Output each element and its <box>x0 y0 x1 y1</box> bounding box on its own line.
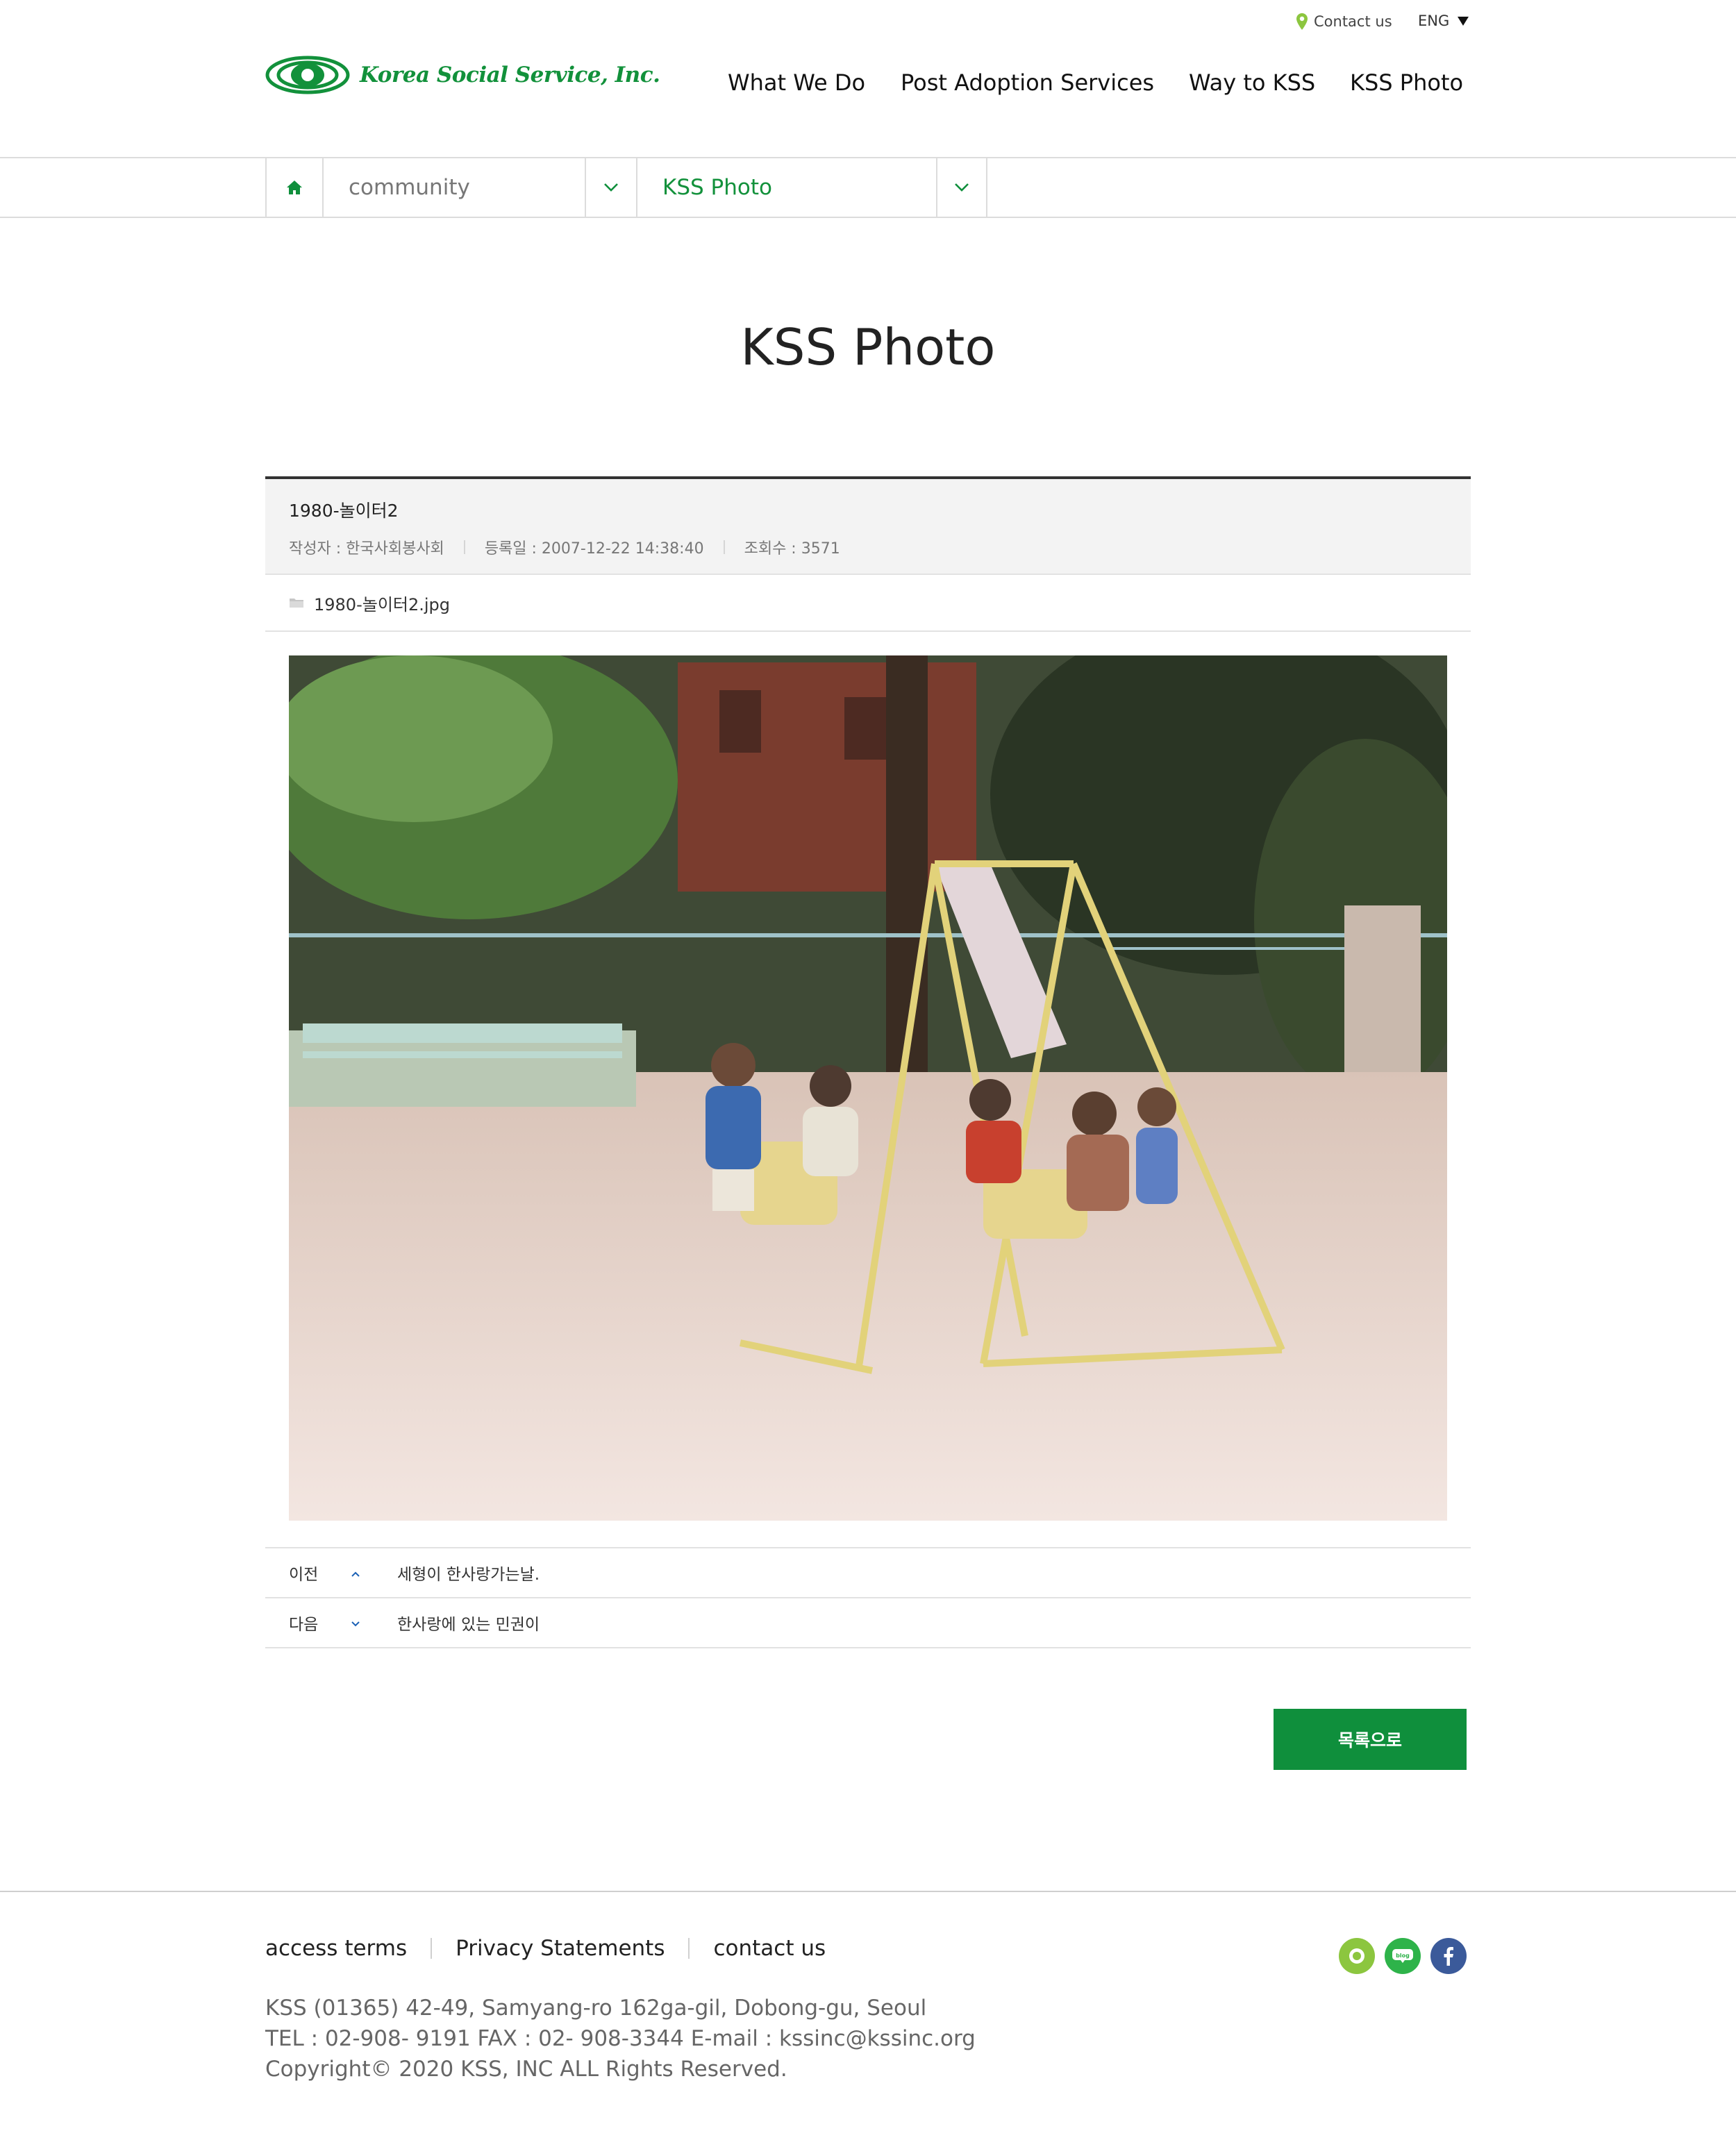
svg-text:blog: blog <box>1396 1953 1410 1959</box>
location-bar: community KSS Photo <box>0 158 1736 218</box>
prev-post-label: 이전 <box>289 1566 319 1584</box>
home-icon <box>287 181 302 194</box>
post-meta: 작성자 : 한국사회봉사회 등록일 : 2007-12-22 14:38:40 … <box>289 536 1447 558</box>
footer-privacy-link[interactable]: Privacy Statements <box>456 1936 665 1961</box>
footer-access-terms-link[interactable]: access terms <box>265 1936 407 1961</box>
nav-way-to-kss[interactable]: Way to KSS <box>1189 69 1315 96</box>
prev-post-title: 세형이 한사랑가는날. <box>397 1566 540 1584</box>
language-label: ENG <box>1418 12 1450 29</box>
footer-divider <box>0 1891 1736 1892</box>
attachment-filename: 1980-놀이터2.jpg <box>314 594 451 615</box>
footer-contact-link[interactable]: contact us <box>713 1936 826 1961</box>
breadcrumb-level1-label: community <box>349 175 470 200</box>
breadcrumb-level2: KSS Photo <box>636 158 936 217</box>
breadcrumb-end-divider <box>986 158 987 217</box>
post-date: 등록일 : 2007-12-22 14:38:40 <box>484 540 704 558</box>
post-views: 조회수 : 3571 <box>744 540 840 558</box>
page-title: KSS Photo <box>740 318 996 376</box>
footer-address-block: KSS (01365) 42-49, Samyang-ro 162ga-gil,… <box>265 1993 976 2084</box>
next-post-label: 다음 <box>289 1616 319 1634</box>
attachment-link[interactable]: 1980-놀이터2.jpg <box>265 575 1471 632</box>
footer-link-divider <box>431 1938 433 1959</box>
footer-links: access terms Privacy Statements contact … <box>265 1936 826 1961</box>
sns-links: blog <box>1339 1938 1467 1974</box>
nav-kss-photo[interactable]: KSS Photo <box>1350 69 1463 96</box>
language-select[interactable]: ENG <box>1418 12 1469 29</box>
post-view: 1980-놀이터2 작성자 : 한국사회봉사회 등록일 : 2007-12-22… <box>265 476 1471 1648</box>
main-nav: What We Do Post Adoption Services Way to… <box>0 69 1736 100</box>
caret-down-icon <box>1458 16 1469 26</box>
footer-copyright: Copyright© 2020 KSS, INC ALL Rights Rese… <box>265 2057 787 2082</box>
post-author: 작성자 : 한국사회봉사회 <box>289 540 444 558</box>
chevron-down-icon <box>955 183 969 192</box>
post-content <box>265 632 1471 1548</box>
breadcrumb-level2-label: KSS Photo <box>662 175 772 200</box>
chevron-down-icon <box>329 1616 397 1630</box>
meta-divider <box>723 540 725 554</box>
home-button[interactable] <box>265 158 322 217</box>
blog-icon[interactable]: blog <box>1385 1938 1421 1974</box>
breadcrumb-level1: community <box>322 158 585 217</box>
nav-what-we-do[interactable]: What We Do <box>728 69 865 96</box>
breadcrumb-level1-dropdown[interactable] <box>585 158 636 217</box>
footer-link-divider <box>688 1938 690 1959</box>
next-post-title: 한사랑에 있는 민권이 <box>397 1616 540 1634</box>
post-header: 1980-놀이터2 작성자 : 한국사회봉사회 등록일 : 2007-12-22… <box>265 476 1471 575</box>
footer-address: KSS (01365) 42-49, Samyang-ro 162ga-gil,… <box>265 1996 927 2021</box>
contact-us-link[interactable]: Contact us <box>1296 12 1392 31</box>
post-photo <box>289 655 1447 1521</box>
prev-post-link[interactable]: 이전 세형이 한사랑가는날. <box>265 1548 1471 1598</box>
chevron-up-icon <box>329 1566 397 1580</box>
nav-post-adoption-services[interactable]: Post Adoption Services <box>901 69 1154 96</box>
location-pin-icon <box>1296 13 1308 30</box>
post-subject: 1980-놀이터2 <box>289 501 399 521</box>
facebook-icon[interactable] <box>1430 1938 1467 1974</box>
meta-divider <box>463 540 465 554</box>
chevron-down-icon <box>604 183 618 192</box>
sns-green-icon[interactable] <box>1339 1938 1375 1974</box>
next-post-link[interactable]: 다음 한사랑에 있는 민권이 <box>265 1598 1471 1648</box>
folder-icon <box>290 599 303 608</box>
footer-tel: TEL : 02-908- 9191 FAX : 02- 908-3344 E-… <box>265 2026 976 2051</box>
back-to-list-button[interactable]: 목록으로 <box>1274 1709 1467 1770</box>
contact-us-label: Contact us <box>1314 13 1392 30</box>
breadcrumb-level2-dropdown[interactable] <box>936 158 986 217</box>
top-utility-bar: Contact us ENG <box>0 12 1736 36</box>
